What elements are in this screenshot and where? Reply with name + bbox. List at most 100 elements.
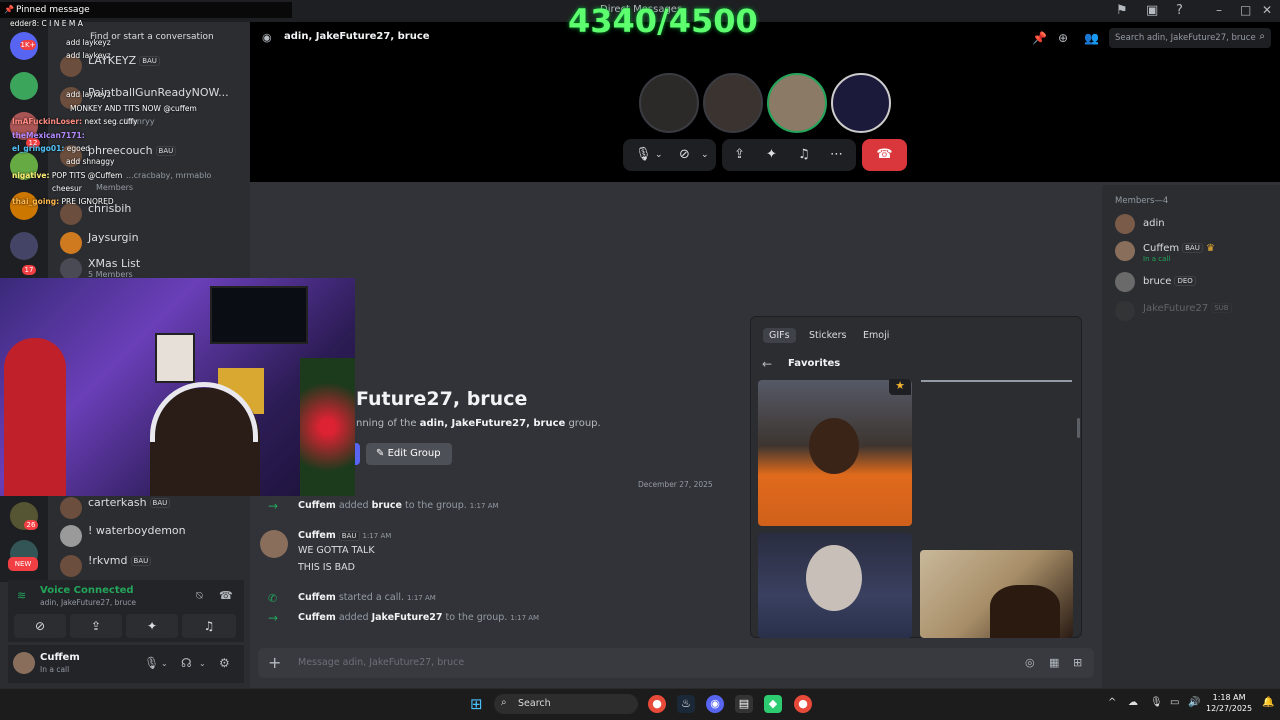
tab-stickers[interactable]: Stickers — [809, 330, 846, 341]
steam-icon[interactable]: ♨ — [677, 695, 695, 713]
pin-icon[interactable]: 📌 — [1032, 31, 1047, 45]
chevron-down-icon[interactable]: ⌄ — [199, 659, 206, 668]
minimize-button[interactable]: – — [1216, 3, 1222, 17]
search-icon: ⌕ — [1259, 31, 1265, 42]
message-avatar[interactable] — [260, 530, 288, 558]
leave-call-button[interactable]: ☎ — [862, 139, 907, 171]
app-icon[interactable]: ◎ — [1025, 656, 1035, 669]
call-action-controls: ⇪ ✦ ♫ ⋯ — [722, 139, 856, 171]
wall-frame — [155, 333, 195, 383]
call-participant-tile[interactable] — [639, 73, 699, 133]
dm-item[interactable]: ! waterboydemon — [56, 524, 246, 550]
search-icon: ⌕ — [501, 697, 507, 708]
discord-icon[interactable]: ◉ — [706, 695, 724, 713]
screenshare-icon[interactable]: ⇪ — [734, 147, 745, 162]
chrome-icon[interactable]: ● — [794, 695, 812, 713]
add-friend-icon[interactable]: ⊕ — [1058, 31, 1068, 45]
signal-icon: ≋ — [17, 589, 27, 602]
monitor-icon[interactable]: ▣ — [1146, 3, 1158, 18]
chat-line: add laykeyz — [66, 51, 111, 60]
taskbar-search[interactable]: ⌕ Search — [494, 694, 638, 714]
chrome-icon[interactable]: ● — [648, 695, 666, 713]
picker-section-title: Favorites — [788, 358, 841, 369]
picker-scrollbar[interactable] — [1077, 418, 1080, 438]
inbox-icon[interactable]: ⚑ — [1116, 3, 1128, 18]
chat-line: MONKEY AND TITS NOW @cuffem — [70, 104, 197, 113]
microphone-icon[interactable]: 🎙 — [144, 656, 159, 670]
gear-icon[interactable]: ⚙ — [219, 656, 230, 670]
favorite-star-icon[interactable]: ★ — [889, 379, 911, 395]
system-message: Cuffem added bruce to the group. 1:17 AM — [298, 500, 499, 511]
activities-icon[interactable]: ✦ — [766, 147, 777, 162]
server-icon[interactable] — [10, 232, 38, 260]
member-item[interactable]: JakeFuture27 SUB — [1115, 301, 1275, 325]
message-text: THIS IS BAD — [298, 562, 355, 573]
call-participant-tile[interactable] — [831, 73, 891, 133]
members-icon[interactable]: 👥 — [1084, 31, 1099, 45]
noise-icon[interactable]: ⍉ — [196, 589, 203, 603]
maximize-button[interactable]: □ — [1240, 3, 1251, 17]
voice-channel[interactable]: adin, JakeFuture27, bruce — [40, 598, 136, 607]
tab-gifs[interactable]: GIFs — [763, 328, 796, 343]
disconnect-icon[interactable]: ☎ — [219, 589, 233, 602]
search-input[interactable]: Search adin, JakeFuture27, bruce ⌕ — [1109, 28, 1271, 48]
dm-item[interactable]: Jaysurgin — [56, 231, 246, 257]
audio-video-controls: 🎙 ⌄ ⊘ ⌄ — [623, 139, 716, 171]
message-input[interactable]: + Message adin, JakeFuture27, bruce ◎ ▦ … — [258, 648, 1094, 678]
back-arrow-icon[interactable]: ← — [762, 357, 772, 371]
dm-item[interactable]: carterkash BAU — [56, 496, 246, 522]
tray-chevron-icon[interactable]: ^ — [1108, 697, 1116, 708]
notification-icon[interactable]: 🔔 — [1262, 697, 1274, 708]
badge: 17 — [22, 265, 36, 275]
system-message: Cuffem added JakeFuture27 to the group. 1… — [298, 612, 540, 623]
app-icon[interactable]: ▤ — [735, 695, 753, 713]
dm-sub: Members — [96, 183, 134, 192]
pencil-icon: ✎ — [376, 448, 385, 459]
camera-off-button[interactable]: ⊘ — [14, 614, 66, 638]
start-icon[interactable]: ⊞ — [470, 695, 483, 713]
windows-taskbar — [0, 688, 1280, 720]
phone-icon: ✆ — [268, 592, 278, 605]
call-participant-tile[interactable] — [767, 73, 827, 133]
chevron-down-icon[interactable]: ⌄ — [655, 150, 663, 160]
more-icon[interactable]: ⋯ — [830, 147, 843, 162]
add-attachment-icon[interactable]: + — [268, 653, 281, 672]
avatar — [60, 203, 82, 225]
activities-button[interactable]: ✦ — [126, 614, 178, 638]
screenshare-button[interactable]: ⇪ — [70, 614, 122, 638]
soundboard-icon[interactable]: ♫ — [798, 147, 810, 162]
pinned-line: edder8: C I N E M A — [10, 19, 83, 28]
new-badge: NEW — [8, 557, 38, 571]
chevron-down-icon[interactable]: ⌄ — [161, 659, 168, 668]
soundboard-button[interactable]: ♫ — [182, 614, 236, 638]
chevron-down-icon[interactable]: ⌄ — [701, 150, 709, 160]
member-item[interactable]: Cuffem BAU ♛ In a call — [1115, 241, 1275, 265]
volume-icon[interactable]: 🔊 — [1188, 697, 1200, 708]
call-participant-tile[interactable] — [703, 73, 763, 133]
chat-line: el_gringo01: egoed — [12, 144, 91, 153]
member-item[interactable]: bruce DEO — [1115, 272, 1275, 296]
monitor-icon[interactable]: ▭ — [1170, 697, 1179, 708]
taskbar-clock[interactable]: 1:18 AM 12/27/2025 — [1206, 692, 1252, 714]
help-icon[interactable]: ? — [1176, 3, 1183, 18]
camera-off-icon[interactable]: ⊘ — [679, 147, 690, 162]
dm-name: carterkash BAU — [88, 496, 171, 509]
gift-icon[interactable]: ⊞ — [1073, 656, 1082, 669]
close-button[interactable]: ✕ — [1262, 3, 1272, 17]
microphone-icon[interactable]: 🎙 — [635, 147, 652, 162]
gif-icon[interactable]: ▦ — [1049, 656, 1059, 669]
avatar — [1115, 301, 1135, 321]
headphones-icon[interactable]: ☊ — [181, 656, 192, 670]
user-name[interactable]: Cuffem — [40, 652, 80, 663]
member-item[interactable]: adin — [1115, 214, 1275, 238]
app-icon[interactable]: ◆ — [764, 695, 782, 713]
user-avatar[interactable] — [13, 652, 35, 674]
server-icon[interactable] — [10, 72, 38, 100]
edit-group-button[interactable]: ✎ Edit Group — [366, 443, 452, 465]
tab-emoji[interactable]: Emoji — [863, 330, 889, 341]
cloud-icon[interactable]: ☁ — [1128, 697, 1138, 708]
avatar — [60, 525, 82, 547]
dm-item[interactable]: !rkvmd BAU — [56, 554, 246, 580]
badge: 1K+ — [20, 40, 36, 50]
microphone-icon[interactable]: 🎙 — [1150, 697, 1163, 708]
